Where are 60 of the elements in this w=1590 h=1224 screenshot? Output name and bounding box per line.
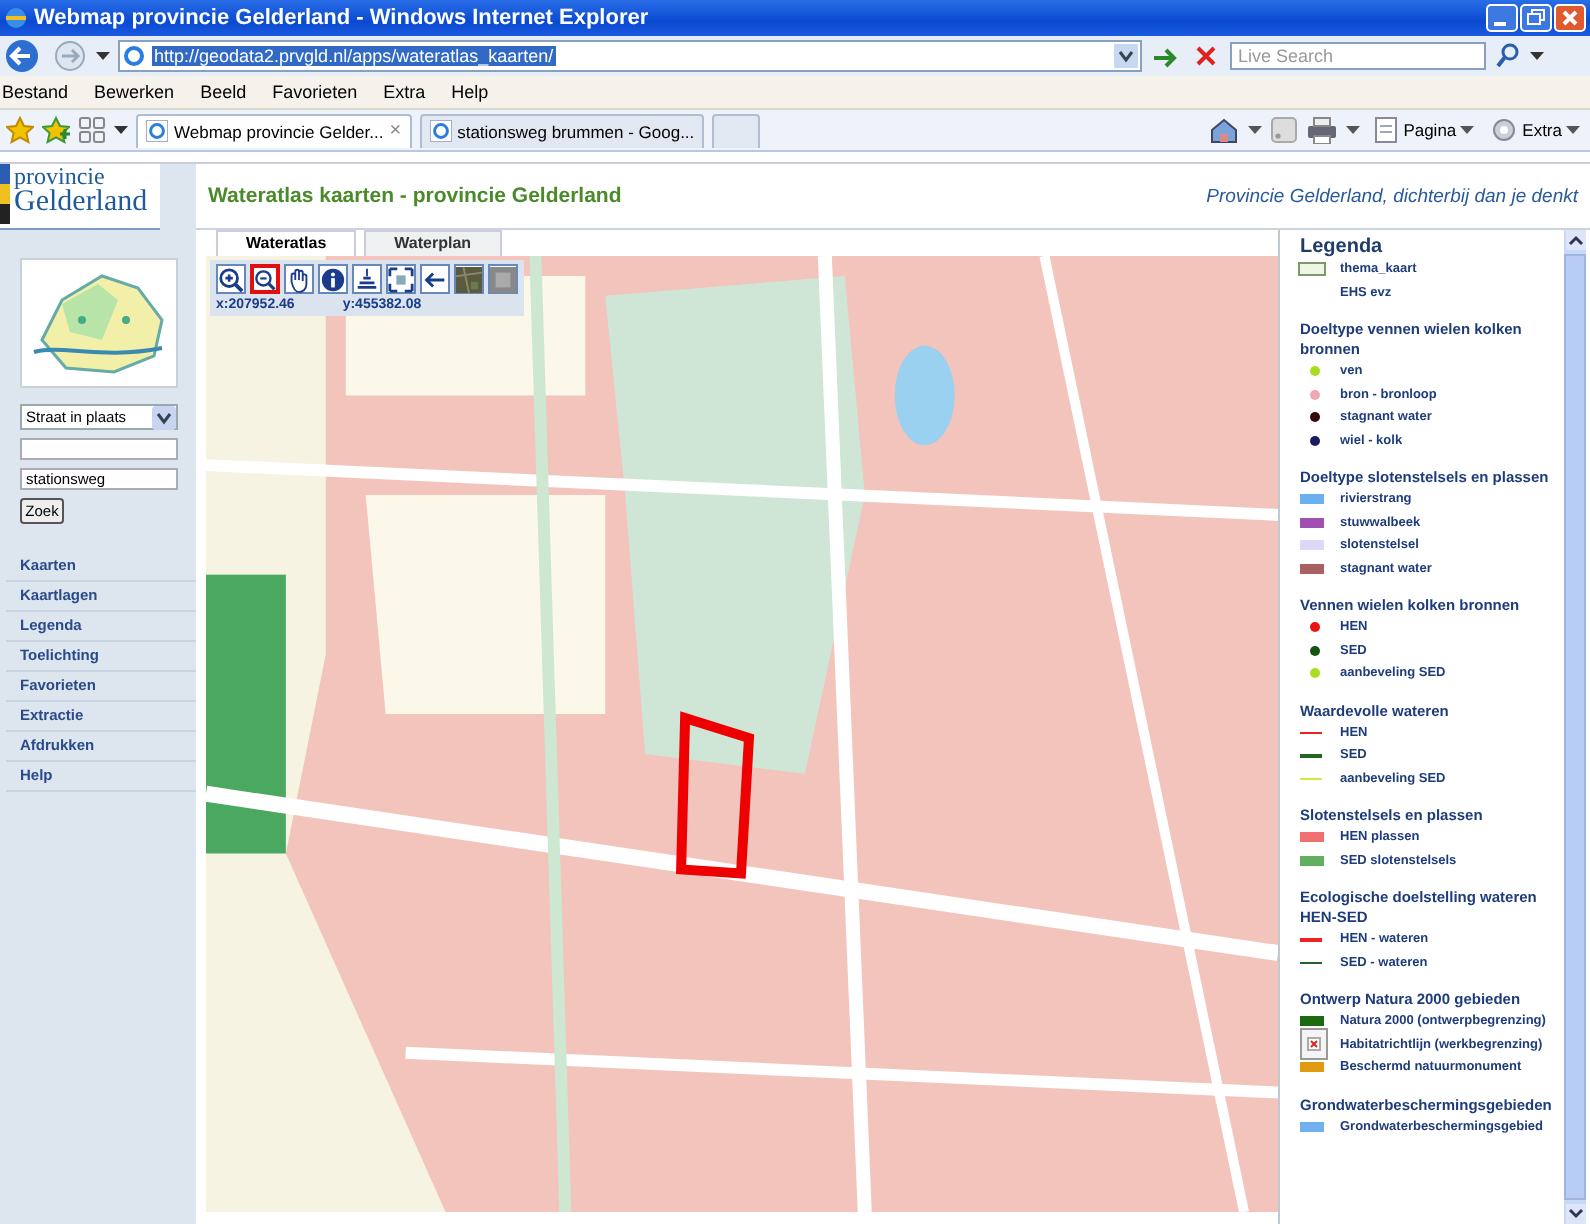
dropdown-icon[interactable] xyxy=(1247,126,1262,134)
close-icon[interactable] xyxy=(1554,4,1586,32)
dropdown-icon[interactable] xyxy=(1530,52,1544,60)
print-icon[interactable] xyxy=(1305,116,1338,144)
hand-icon[interactable] xyxy=(284,264,314,294)
window-title: Webmap provincie Gelderland - Windows Internet Explorer xyxy=(34,6,651,30)
expand-icon[interactable] xyxy=(386,264,416,294)
dropdown-icon[interactable] xyxy=(1114,44,1138,68)
browser-tab[interactable]: Webmap provincie Gelder... × xyxy=(136,113,412,147)
browser-tab[interactable]: stationsweg brummen - Goog... xyxy=(419,113,705,147)
menu-item[interactable]: Extra xyxy=(383,82,426,102)
dropdown-icon[interactable] xyxy=(152,405,176,429)
place-field[interactable] xyxy=(20,438,178,460)
page-icon xyxy=(122,44,146,68)
search-field[interactable]: Live Search xyxy=(1230,42,1486,70)
page-title: Wateratlas kaarten - provincie Gelderland xyxy=(208,184,622,208)
page-icon xyxy=(429,120,452,142)
dropdown-icon[interactable] xyxy=(1345,126,1360,134)
address-field[interactable]: http://geodata2.prvgld.nl/apps/wateratlas_kaarten/ xyxy=(118,40,1142,72)
menu-item[interactable]: Favorieten xyxy=(272,82,358,102)
home-icon[interactable] xyxy=(1207,116,1240,144)
browser-logo-icon xyxy=(4,6,28,30)
zoom-out-icon[interactable] xyxy=(250,264,280,294)
add-favorite-icon[interactable] xyxy=(42,116,70,144)
tab-label: stationsweg brummen - Goog... xyxy=(457,121,695,141)
dropdown-icon[interactable] xyxy=(96,52,110,60)
layers-icon[interactable] xyxy=(352,264,382,294)
page-icon xyxy=(1371,116,1400,144)
menu-item[interactable]: Bestand xyxy=(2,82,69,102)
back-icon[interactable] xyxy=(4,38,44,74)
blank-layer-icon[interactable] xyxy=(488,264,518,294)
logo: provincie Gelderland xyxy=(0,164,160,230)
dropdown-icon[interactable] xyxy=(114,126,128,134)
scroll-down-icon[interactable] xyxy=(1565,1204,1585,1224)
page-menu-button[interactable]: Pagina xyxy=(1367,116,1479,144)
close-tab-button[interactable]: × xyxy=(389,120,402,142)
page-icon xyxy=(146,120,168,142)
scroll-up-icon[interactable] xyxy=(1565,230,1585,250)
aerial-photo-icon[interactable] xyxy=(454,264,484,294)
tagline: Provincie Gelderland, dichterbij dan je denkt xyxy=(1206,185,1578,207)
zoom-in-icon[interactable] xyxy=(216,264,246,294)
minimize-icon[interactable] xyxy=(1486,4,1518,32)
logo-stripe-icon xyxy=(0,164,10,224)
url-text: http://geodata2.prvgld.nl/apps/wateratlas_kaarten/ xyxy=(152,46,556,66)
tab-label: Webmap provincie Gelder... xyxy=(174,121,384,141)
menu-item[interactable]: Bewerken xyxy=(94,82,175,102)
search-icon[interactable] xyxy=(1494,42,1522,70)
gear-icon xyxy=(1490,116,1519,144)
star-icon[interactable] xyxy=(6,116,34,144)
menu-item[interactable]: Help xyxy=(451,82,489,102)
legend-title: Legenda xyxy=(1300,236,1385,258)
caret-icon xyxy=(1460,126,1475,134)
map-tab[interactable]: Waterplan xyxy=(364,230,502,256)
info-icon[interactable] xyxy=(318,264,348,294)
menu-item[interactable]: Beeld xyxy=(200,82,247,102)
restore-icon[interactable] xyxy=(1520,4,1552,32)
caret-icon xyxy=(1566,126,1580,134)
map-tab[interactable]: Wateratlas xyxy=(216,230,357,256)
tools-menu-button[interactable]: Extra xyxy=(1486,116,1584,144)
broken-image-icon xyxy=(1300,1028,1328,1061)
